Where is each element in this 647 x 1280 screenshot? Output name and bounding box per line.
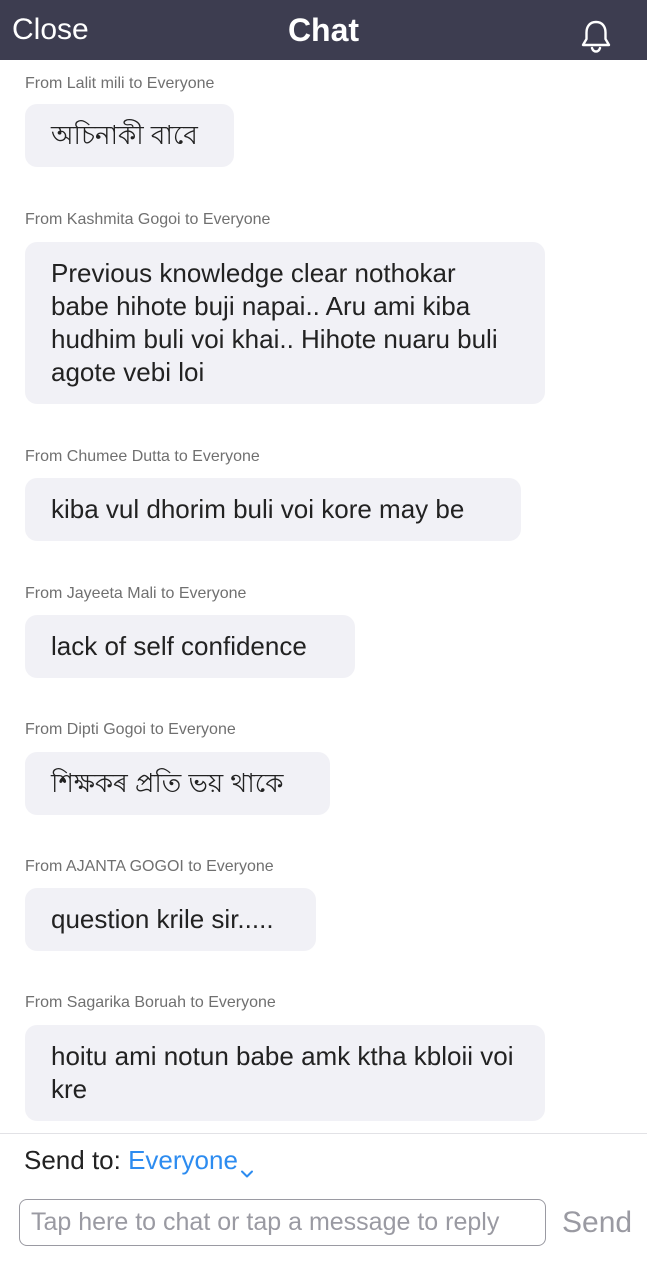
message-bubble[interactable]: question krile sir..... bbox=[25, 888, 316, 951]
message-bubble[interactable]: hoitu ami notun babe amk ktha kbloii voi… bbox=[25, 1025, 545, 1121]
message-sender: From Chumee Dutta to Everyone bbox=[25, 448, 260, 465]
chat-input[interactable] bbox=[19, 1199, 546, 1246]
send-to-selector[interactable]: Send to: Everyone bbox=[24, 1143, 254, 1178]
message-sender: From Lalit mili to Everyone bbox=[25, 75, 215, 92]
message-bubble[interactable]: অচিনাকী বাবে bbox=[25, 104, 234, 167]
message-bubble[interactable]: শিক্ষকৰ প্ৰতি ভয় থাকে bbox=[25, 752, 330, 815]
message-sender: From Kashmita Gogoi to Everyone bbox=[25, 211, 271, 228]
recipient-dropdown[interactable]: Everyone bbox=[128, 1145, 238, 1175]
top-bar: Close Chat bbox=[0, 0, 647, 60]
send-button[interactable]: Send bbox=[562, 1205, 632, 1241]
message-sender: From Dipti Gogoi to Everyone bbox=[25, 721, 236, 738]
message-sender: From Jayeeta Mali to Everyone bbox=[25, 585, 247, 602]
chevron-down-icon[interactable] bbox=[240, 1155, 254, 1178]
message-sender: From Sagarika Boruah to Everyone bbox=[25, 994, 276, 1011]
message-bubble[interactable]: Previous knowledge clear nothokar babe h… bbox=[25, 242, 545, 404]
page-title: Chat bbox=[287, 12, 360, 48]
send-to-label: Send to: bbox=[24, 1145, 121, 1175]
footer-divider bbox=[0, 1133, 647, 1134]
message-bubble[interactable]: kiba vul dhorim buli voi kore may be bbox=[25, 478, 521, 541]
bell-icon[interactable] bbox=[578, 18, 614, 54]
chat-message-list[interactable]: From Lalit mili to Everyone অচিনাকী বাবে… bbox=[0, 60, 647, 1132]
message-bubble[interactable]: lack of self confidence bbox=[25, 615, 355, 678]
message-sender: From AJANTA GOGOI to Everyone bbox=[25, 858, 274, 875]
